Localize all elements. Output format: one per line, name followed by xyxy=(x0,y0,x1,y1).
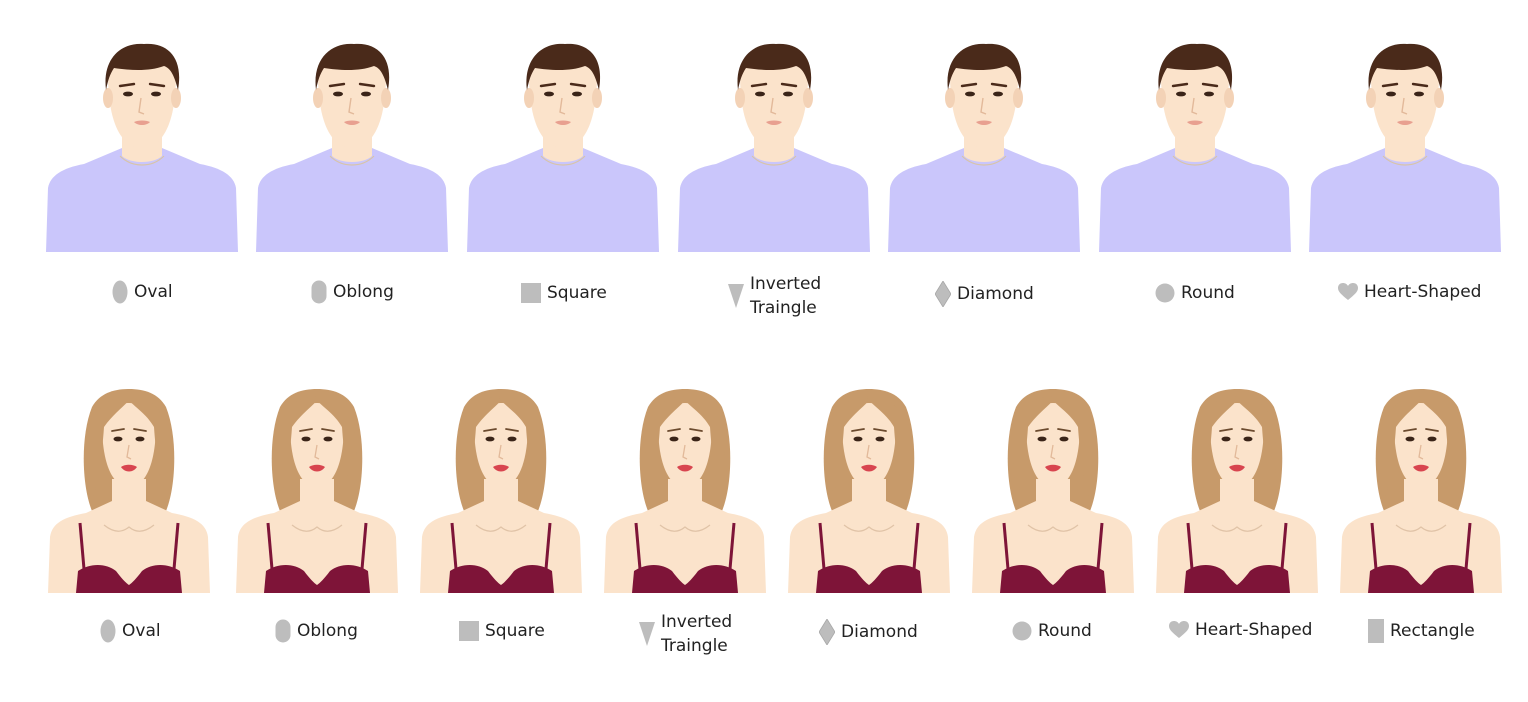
male-label-diamond: Diamond xyxy=(935,281,1034,307)
diamond-icon xyxy=(819,619,835,645)
female-label-text: Round xyxy=(1038,621,1092,641)
oval-icon xyxy=(112,280,128,304)
square-icon xyxy=(521,283,541,303)
female-label-text: Heart-Shaped xyxy=(1195,620,1313,640)
male-label-square: Square xyxy=(521,281,607,305)
oblong-icon xyxy=(311,280,327,304)
round-icon xyxy=(1012,621,1032,641)
female-label-text: Square xyxy=(485,621,545,641)
male-label-text: Heart-Shaped xyxy=(1364,282,1482,302)
female-figure-rectangle xyxy=(1338,387,1504,595)
female-label-oblong: Oblong xyxy=(275,619,358,643)
female-label-text: Rectangle xyxy=(1390,621,1475,641)
square-icon xyxy=(459,621,479,641)
female-figure-inverted-triangle xyxy=(602,387,768,595)
male-label-oval: Oval xyxy=(112,280,173,304)
male-label-text: Oblong xyxy=(333,282,394,302)
men-row: Oval Oblong Square Inverted Traingle Dia… xyxy=(0,0,1528,340)
female-label-square: Square xyxy=(459,619,545,643)
male-label-inverted-triangle: Inverted Traingle xyxy=(728,272,821,320)
female-figure-oblong xyxy=(234,387,400,595)
male-label-round: Round xyxy=(1155,281,1235,305)
female-label-text: Oval xyxy=(122,621,161,641)
oval-icon xyxy=(100,619,116,643)
male-figure-square xyxy=(465,38,661,256)
male-figure-round xyxy=(1097,38,1293,256)
male-figure-oval xyxy=(44,38,240,256)
women-row: Oval Oblong Square Inverted Traingle Dia… xyxy=(0,375,1528,702)
female-label-inverted-triangle: Inverted Traingle xyxy=(639,610,732,658)
female-label-heart-shaped: Heart-Shaped xyxy=(1169,618,1312,642)
female-figure-heart-shaped xyxy=(1154,387,1320,595)
male-label-text: Round xyxy=(1181,283,1235,303)
female-label-round: Round xyxy=(1012,619,1092,643)
male-figure-oblong xyxy=(254,38,450,256)
female-label-diamond: Diamond xyxy=(819,619,918,645)
female-figure-square xyxy=(418,387,584,595)
round-icon xyxy=(1155,283,1175,303)
male-label-text: Square xyxy=(547,283,607,303)
female-label-oval: Oval xyxy=(100,619,161,643)
female-label-text: Inverted Traingle xyxy=(661,612,733,656)
heart-icon xyxy=(1338,283,1358,301)
oblong-icon xyxy=(275,619,291,643)
female-figure-diamond xyxy=(786,387,952,595)
male-figure-heart-shaped xyxy=(1307,38,1503,256)
male-label-oblong: Oblong xyxy=(311,280,394,304)
male-label-text: Diamond xyxy=(957,284,1034,304)
diamond-icon xyxy=(935,281,951,307)
male-label-text: Inverted Traingle xyxy=(750,274,822,318)
rectangle-icon xyxy=(1368,619,1384,643)
female-figure-round xyxy=(970,387,1136,595)
male-figure-diamond xyxy=(886,38,1082,256)
female-figure-oval xyxy=(46,387,212,595)
heart-icon xyxy=(1169,621,1189,639)
male-figure-inverted-triangle xyxy=(676,38,872,256)
male-label-text: Oval xyxy=(134,282,173,302)
inverted-triangle-icon xyxy=(639,622,655,646)
female-label-text: Oblong xyxy=(297,621,358,641)
male-label-heart-shaped: Heart-Shaped xyxy=(1338,280,1481,304)
female-label-text: Diamond xyxy=(841,622,918,642)
inverted-triangle-icon xyxy=(728,284,744,308)
female-label-rectangle: Rectangle xyxy=(1368,619,1475,643)
